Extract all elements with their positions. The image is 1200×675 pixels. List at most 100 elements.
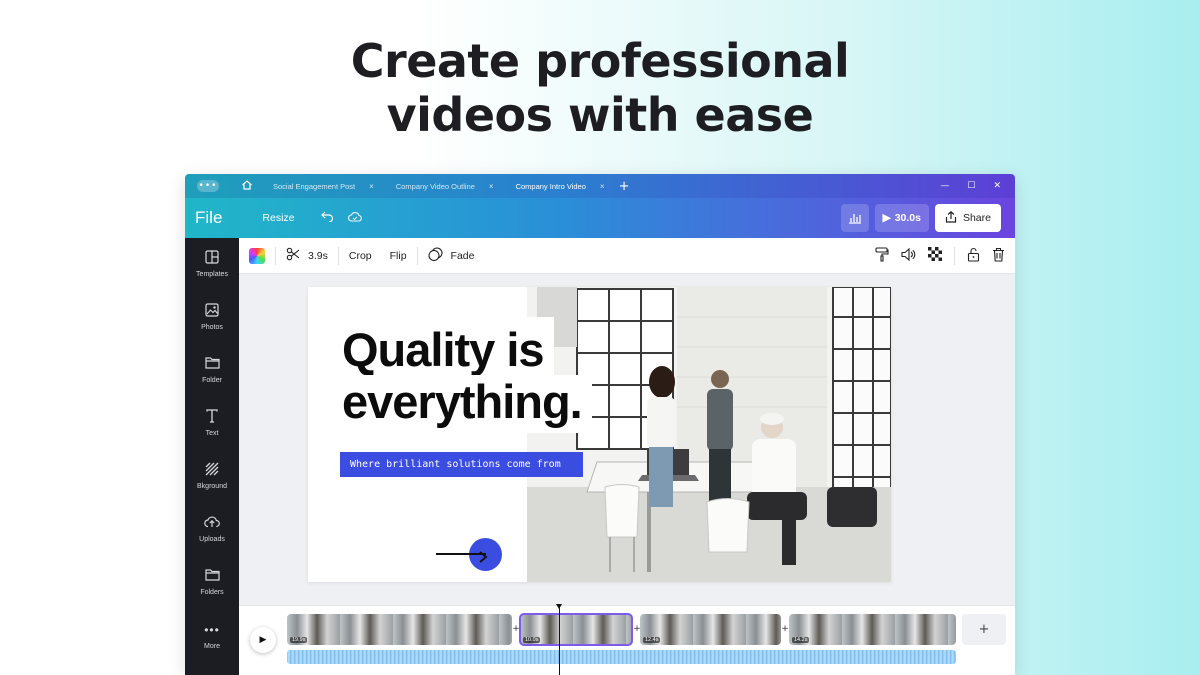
context-toolbar-right bbox=[875, 246, 1005, 265]
clip-duration: 10.0s bbox=[523, 637, 541, 643]
sidebar-item-uploads[interactable]: Uploads bbox=[185, 515, 239, 543]
tab-label: Company Video Outline bbox=[395, 181, 475, 191]
sidebar-item-label: Text bbox=[205, 430, 219, 437]
subtitle-text: Where brilliant solutions come from bbox=[350, 459, 561, 470]
divider bbox=[416, 246, 418, 265]
timeline-clip-1[interactable]: 19.9s bbox=[287, 614, 512, 645]
timeline-clip-2[interactable]: 10.0s bbox=[519, 613, 633, 646]
headline-box-2[interactable]: everything. bbox=[334, 375, 592, 433]
timeline-clip-4[interactable]: 14.2s bbox=[789, 614, 956, 645]
add-tab-icon[interactable]: + bbox=[619, 179, 630, 194]
sidebar-item-photos[interactable]: Photos bbox=[185, 303, 239, 331]
divider bbox=[954, 246, 955, 265]
clip-duration: 19.9s bbox=[290, 637, 308, 643]
crop-button[interactable]: Crop bbox=[349, 250, 372, 262]
headline-box[interactable]: Quality is bbox=[334, 317, 554, 381]
sidebar-item-label: Templates bbox=[196, 271, 228, 278]
home-icon[interactable] bbox=[241, 179, 253, 194]
more-icon: ••• bbox=[204, 623, 220, 637]
timeline-clip-3[interactable]: 12.4s bbox=[640, 614, 781, 645]
clip-duration: 12.4s bbox=[643, 637, 661, 643]
headline-line-1: Quality is bbox=[342, 323, 545, 376]
share-button[interactable]: Share bbox=[934, 204, 1001, 232]
text-icon bbox=[185, 409, 239, 427]
tab-label: Social Engagement Post bbox=[273, 181, 356, 191]
plus-icon: + bbox=[978, 622, 990, 637]
play-duration-button[interactable]: ▶ 30.0s bbox=[874, 204, 929, 232]
color-picker-icon[interactable] bbox=[249, 247, 265, 264]
hero-line-1: Create professional bbox=[350, 34, 850, 88]
split-duration[interactable]: 3.9s bbox=[308, 250, 328, 262]
sidebar-item-more[interactable]: ••• More bbox=[185, 622, 239, 650]
sidebar-item-label: Folders bbox=[200, 589, 224, 596]
sidebar: Templates Photos Folder Text Bkground Up… bbox=[185, 238, 239, 675]
play-icon: ▶ bbox=[882, 212, 891, 224]
tab-company-video-outline[interactable]: Company Video Outline × bbox=[382, 174, 502, 198]
insights-button[interactable] bbox=[840, 204, 869, 232]
sidebar-item-folders[interactable]: Folders bbox=[185, 568, 239, 596]
photos-icon bbox=[185, 303, 239, 321]
hero-heading: Create professional videos with ease bbox=[0, 34, 1200, 142]
maximize-icon[interactable]: ☐ bbox=[967, 181, 975, 191]
trash-icon[interactable] bbox=[992, 247, 1005, 265]
paint-roller-icon[interactable] bbox=[875, 246, 889, 265]
sidebar-item-label: More bbox=[204, 643, 220, 650]
flip-button[interactable]: Flip bbox=[390, 250, 407, 262]
main-toolbar: File Resize ▶ 30.0s Share bbox=[185, 198, 1015, 238]
uploads-icon bbox=[185, 515, 239, 533]
window-close-icon[interactable]: ✕ bbox=[993, 181, 1001, 191]
sidebar-item-label: Bkground bbox=[197, 483, 227, 490]
tab-company-intro-video[interactable]: Company Intro Video × bbox=[502, 174, 613, 198]
divider bbox=[337, 246, 339, 265]
resize-button[interactable]: Resize bbox=[262, 212, 294, 224]
minimize-icon[interactable]: — bbox=[940, 181, 949, 191]
context-toolbar: 3.9s Crop Flip Fade bbox=[239, 238, 1015, 274]
add-clip-button[interactable]: + bbox=[962, 614, 1006, 645]
bar-chart-icon bbox=[848, 209, 862, 228]
cloud-sync-icon[interactable] bbox=[347, 211, 362, 225]
share-icon bbox=[945, 210, 957, 226]
share-label: Share bbox=[962, 212, 991, 224]
tab-social-engagement-post[interactable]: Social Engagement Post × bbox=[259, 174, 382, 198]
sidebar-item-text[interactable]: Text bbox=[185, 409, 239, 437]
divider bbox=[275, 246, 276, 265]
fade-icon[interactable] bbox=[427, 247, 443, 264]
design-canvas[interactable]: Quality is everything. Where brilliant s… bbox=[308, 287, 891, 582]
timeline: ▶ 19.9s + 10.0s + 12.4s + 14.2s + bbox=[239, 604, 1015, 675]
close-icon[interactable]: × bbox=[489, 182, 494, 191]
folders-icon bbox=[185, 568, 239, 586]
background-icon bbox=[185, 462, 239, 480]
templates-icon bbox=[185, 250, 239, 268]
menu-dots-icon[interactable]: ••• bbox=[197, 180, 219, 192]
sidebar-item-label: Folder bbox=[202, 377, 222, 384]
title-bar: ••• Social Engagement Post × Company Vid… bbox=[185, 174, 1015, 198]
window-controls: — ☐ ✕ bbox=[940, 181, 1001, 191]
subtitle-banner[interactable]: Where brilliant solutions come from bbox=[340, 452, 583, 477]
transparency-icon[interactable] bbox=[928, 247, 942, 264]
volume-icon[interactable] bbox=[901, 247, 916, 264]
sidebar-item-label: Photos bbox=[201, 324, 223, 331]
arrow-right-icon bbox=[478, 548, 490, 567]
clip-duration: 14.2s bbox=[792, 637, 810, 643]
undo-icon[interactable] bbox=[320, 211, 334, 226]
toolbar-right: ▶ 30.0s Share bbox=[840, 204, 1001, 232]
sidebar-item-bkground[interactable]: Bkground bbox=[185, 462, 239, 490]
sidebar-item-label: Uploads bbox=[199, 536, 225, 543]
sidebar-item-templates[interactable]: Templates bbox=[185, 250, 239, 278]
file-menu[interactable]: File bbox=[195, 208, 222, 228]
close-icon[interactable]: × bbox=[600, 182, 605, 191]
timeline-play-button[interactable]: ▶ bbox=[250, 627, 276, 653]
close-icon[interactable]: × bbox=[369, 182, 374, 191]
tab-label: Company Intro Video bbox=[515, 181, 586, 191]
hero-line-2: videos with ease bbox=[386, 88, 814, 142]
duration-label: 30.0s bbox=[894, 212, 921, 224]
folder-icon bbox=[185, 356, 239, 374]
audio-track[interactable] bbox=[287, 650, 956, 664]
scissors-icon[interactable] bbox=[286, 247, 300, 264]
headline-line-2: everything. bbox=[342, 375, 583, 428]
unlock-icon[interactable] bbox=[967, 247, 980, 265]
playhead[interactable] bbox=[559, 604, 560, 675]
office-photo[interactable] bbox=[527, 287, 891, 582]
fade-button[interactable]: Fade bbox=[451, 250, 475, 262]
sidebar-item-folder[interactable]: Folder bbox=[185, 356, 239, 384]
